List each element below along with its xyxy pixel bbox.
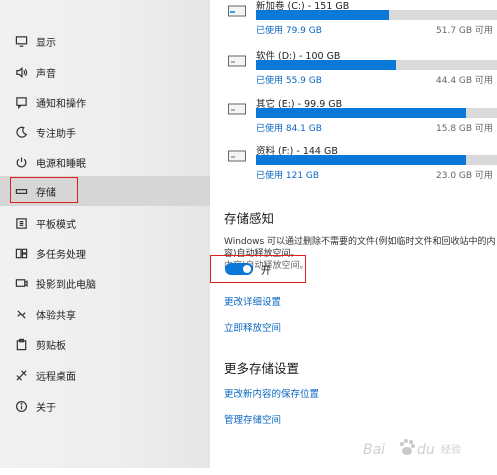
projector-icon xyxy=(14,276,28,290)
monitor-icon xyxy=(14,34,28,48)
storage-main-panel: 新加卷 (C:) - 151 GB 已使用 79.9 GB 51.7 GB 可用… xyxy=(210,0,497,468)
baidu-paw-icon: Bai du 经验 xyxy=(363,439,461,458)
free-space-now-link[interactable]: 立即释放空间 xyxy=(224,320,281,334)
sidebar-item-remote-desktop[interactable]: 远程桌面 xyxy=(0,360,210,390)
svg-text:du: du xyxy=(417,442,435,458)
change-save-location-link[interactable]: 更改新内容的保存位置 xyxy=(224,386,319,400)
sidebar-item-clipboard[interactable]: 剪贴板 xyxy=(0,329,210,359)
drive-usage-bar xyxy=(256,155,497,165)
storage-sense-toggle[interactable] xyxy=(225,263,253,275)
sidebar-item-project-to-pc[interactable]: 投影到此电脑 xyxy=(0,268,210,298)
sidebar-item-label: 声音 xyxy=(36,68,56,80)
drive-icon xyxy=(228,147,246,162)
drive-usage-fill xyxy=(256,108,466,118)
drive-usage-bar xyxy=(256,10,497,20)
drive-row-c[interactable]: 新加卷 (C:) - 151 GB 已使用 79.9 GB 51.7 GB 可用 xyxy=(226,0,497,38)
sidebar-item-shared-experiences[interactable]: 体验共享 xyxy=(0,299,210,329)
drive-row-e[interactable]: 其它 (E:) - 99.9 GB 已使用 84.1 GB 15.8 GB 可用 xyxy=(226,96,497,136)
power-icon xyxy=(14,155,28,169)
drive-usage-fill xyxy=(256,155,466,165)
sidebar-item-label: 体验共享 xyxy=(36,310,76,322)
storage-sense-heading: 存储感知 xyxy=(224,211,275,226)
drive-usage-fill xyxy=(256,60,396,70)
drive-icon xyxy=(228,100,246,115)
change-settings-link[interactable]: 更改详细设置 xyxy=(224,294,281,308)
svg-text:经验: 经验 xyxy=(441,443,461,456)
drive-free-text: 23.0 GB 可用 xyxy=(436,171,493,181)
drive-usage-fill xyxy=(256,10,389,20)
share-icon xyxy=(14,307,28,321)
sidebar-item-label: 投影到此电脑 xyxy=(36,279,96,291)
sidebar-item-label: 平板模式 xyxy=(36,219,76,231)
sidebar-item-label: 通知和操作 xyxy=(36,98,86,110)
sidebar-item-label: 远程桌面 xyxy=(36,371,76,383)
drive-used-text: 已使用 55.9 GB xyxy=(256,76,322,86)
sidebar-item-label: 显示 xyxy=(36,37,56,49)
moon-icon xyxy=(14,125,28,139)
storage-sense-toggle-highlight: 开 xyxy=(210,255,306,283)
svg-text:Bai: Bai xyxy=(363,442,385,458)
sidebar-item-sound[interactable]: 声音 xyxy=(0,57,210,87)
drive-free-text: 51.7 GB 可用 xyxy=(436,26,493,36)
sidebar-item-label: 剪贴板 xyxy=(36,340,66,352)
sidebar-item-label: 专注助手 xyxy=(36,128,76,140)
drive-used-text: 已使用 79.9 GB xyxy=(256,26,322,36)
sidebar-item-power-sleep[interactable]: 电源和睡眠 xyxy=(0,147,210,177)
sidebar-item-label: 关于 xyxy=(36,402,56,414)
clipboard-icon xyxy=(14,337,28,351)
manage-storage-spaces-link[interactable]: 管理存储空间 xyxy=(224,412,281,426)
sidebar-item-label: 多任务处理 xyxy=(36,249,86,261)
sidebar-item-tablet-mode[interactable]: 平板模式 xyxy=(0,208,210,238)
info-icon xyxy=(14,399,28,413)
drive-usage-bar xyxy=(256,108,497,118)
sidebar-item-notifications[interactable]: 通知和操作 xyxy=(0,87,210,117)
drive-row-d[interactable]: 软件 (D:) - 100 GB 已使用 55.9 GB 44.4 GB 可用 xyxy=(226,48,497,88)
remote-desktop-icon xyxy=(14,368,28,382)
notification-icon xyxy=(14,95,28,109)
drive-row-f[interactable]: 资料 (F:) - 144 GB 已使用 121 GB 23.0 GB 可用 xyxy=(226,143,497,183)
sidebar-item-about[interactable]: 关于 xyxy=(0,391,210,421)
drive-usage-bar xyxy=(256,60,497,70)
baidu-watermark: Bai du 经验 xyxy=(361,431,471,463)
storage-highlight-box xyxy=(10,177,78,203)
toggle-state-label: 开 xyxy=(261,266,271,277)
multitask-icon xyxy=(14,246,28,260)
tablet-icon xyxy=(14,216,28,230)
settings-sidebar: 显示 声音 通知和操作 专注助手 电源和睡眠 存储 平板模式 多任务处理 投影到… xyxy=(0,0,210,468)
drive-used-text: 已使用 121 GB xyxy=(256,171,320,181)
drive-free-text: 44.4 GB 可用 xyxy=(436,76,493,86)
drive-icon xyxy=(228,2,246,17)
toggle-knob xyxy=(243,265,251,273)
drive-used-text: 已使用 84.1 GB xyxy=(256,124,322,134)
drive-free-text: 15.8 GB 可用 xyxy=(436,124,493,134)
sidebar-item-focus-assist[interactable]: 专注助手 xyxy=(0,117,210,147)
speaker-icon xyxy=(14,65,28,79)
more-storage-settings-heading: 更多存储设置 xyxy=(224,361,300,376)
sidebar-item-label: 电源和睡眠 xyxy=(36,158,86,170)
drive-icon xyxy=(228,52,246,67)
sidebar-item-multitasking[interactable]: 多任务处理 xyxy=(0,238,210,268)
sidebar-item-display[interactable]: 显示 xyxy=(0,26,210,56)
